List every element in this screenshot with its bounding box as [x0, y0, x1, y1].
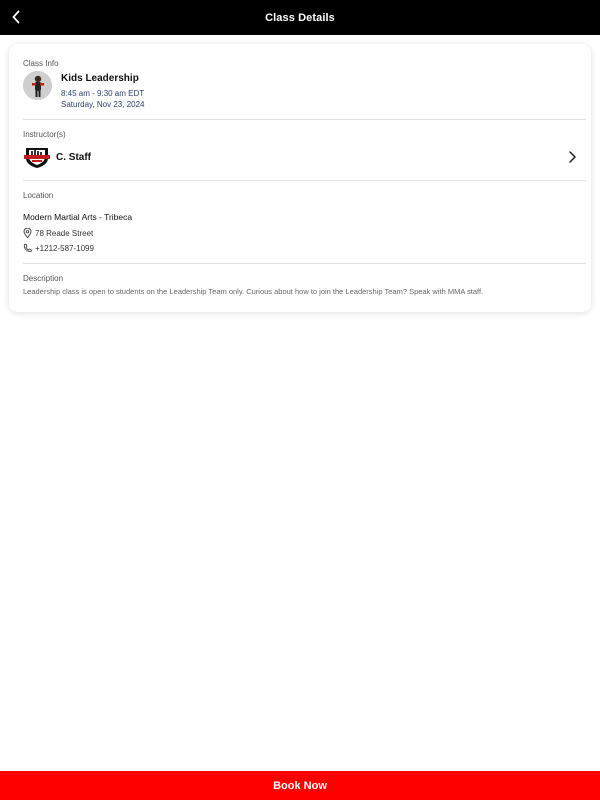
phone-text: +1212-587-1099	[35, 243, 94, 253]
divider	[23, 119, 586, 120]
instructor-label: Instructor(s)	[23, 130, 66, 139]
divider	[23, 263, 586, 264]
phone-link[interactable]: +1212-587-1099	[23, 243, 94, 253]
back-button[interactable]	[6, 7, 26, 27]
description-label: Description	[23, 274, 64, 283]
address-text: 78 Reade Street	[35, 228, 94, 238]
class-info-label: Class Info	[23, 59, 59, 68]
address-row: 78 Reade Street	[23, 228, 93, 238]
location-label: Location	[23, 191, 54, 200]
class-details-card: Class Info Kids Leadership 8:45 am - 9:3…	[9, 44, 591, 312]
page-title: Class Details	[265, 11, 335, 24]
chevron-right-icon	[569, 151, 576, 163]
academy-shield-logo-icon	[24, 148, 50, 168]
instructor-row[interactable]: C. Staff	[23, 142, 578, 172]
book-now-button[interactable]: Book Now	[0, 771, 600, 800]
map-pin-icon	[23, 228, 32, 238]
class-name: Kids Leadership	[61, 73, 139, 84]
class-avatar	[23, 71, 52, 100]
class-date: Saturday, Nov 23, 2024	[61, 100, 145, 109]
instructor-name: C. Staff	[56, 151, 91, 163]
location-name: Modern Martial Arts - Tribeca	[23, 212, 133, 222]
top-app-bar: Class Details	[0, 0, 600, 35]
class-time: 8:45 am - 9:30 am EDT	[61, 89, 145, 98]
chevron-left-icon	[12, 10, 20, 24]
divider	[23, 180, 586, 181]
student-photo-icon	[23, 71, 52, 100]
description-text: Leadership class is open to students on …	[23, 287, 484, 296]
phone-icon	[23, 243, 32, 253]
